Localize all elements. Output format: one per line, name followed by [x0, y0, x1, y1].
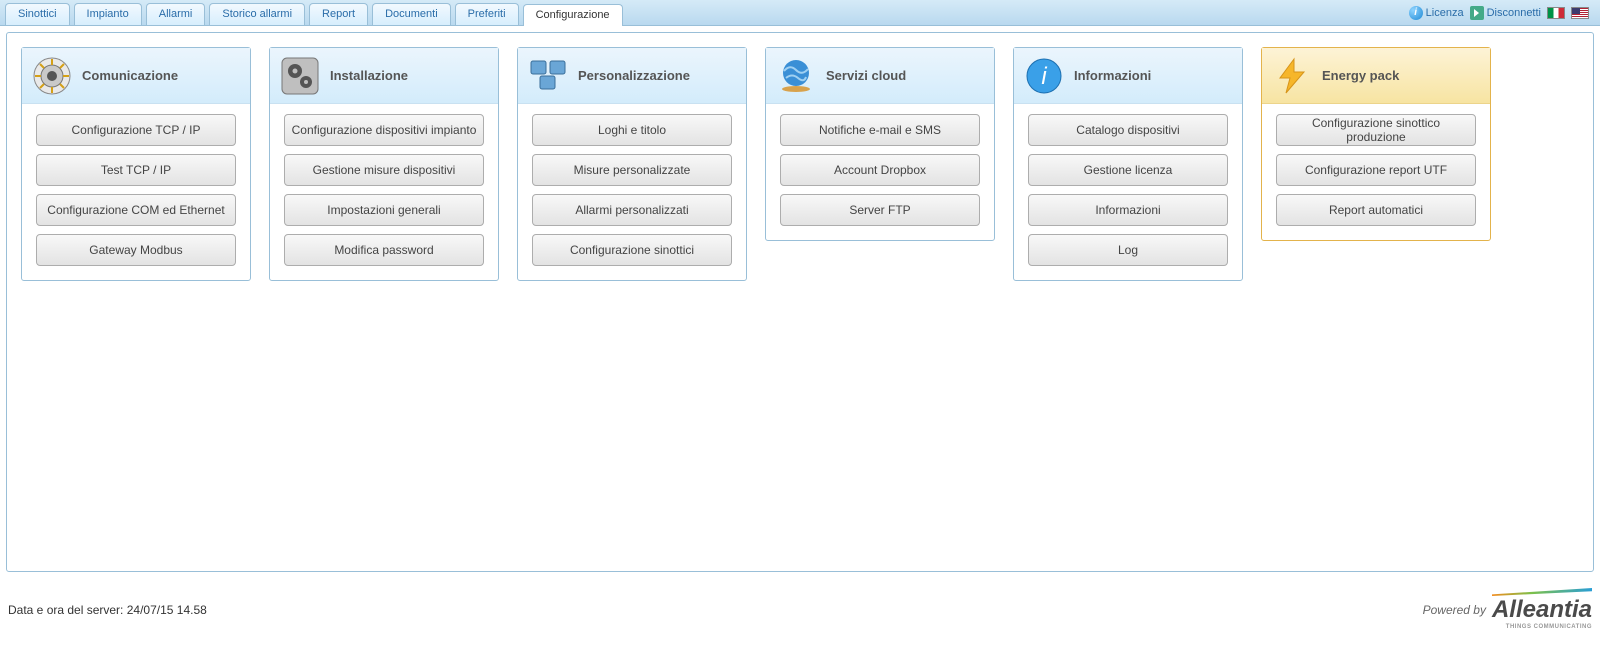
disconnect-link[interactable]: Disconnetti — [1470, 6, 1541, 20]
footer: Data e ora del server: 24/07/15 14.58 Po… — [0, 572, 1600, 640]
tab-documenti[interactable]: Documenti — [372, 3, 451, 25]
btn-config-sinottici[interactable]: Configurazione sinottici — [532, 234, 732, 266]
card-title: Installazione — [330, 68, 408, 83]
btn-config-tcpip[interactable]: Configurazione TCP / IP — [36, 114, 236, 146]
card-title: Personalizzazione — [578, 68, 690, 83]
tab-storico-allarmi[interactable]: Storico allarmi — [209, 3, 305, 25]
btn-misure-personalizzate[interactable]: Misure personalizzate — [532, 154, 732, 186]
info-icon: i — [1409, 6, 1423, 20]
btn-test-tcpip[interactable]: Test TCP / IP — [36, 154, 236, 186]
tab-impianto[interactable]: Impianto — [74, 3, 142, 25]
brand-name: Alleantia — [1492, 596, 1592, 623]
btn-gestione-licenza[interactable]: Gestione licenza — [1028, 154, 1228, 186]
bolt-icon — [1272, 56, 1312, 96]
card-body-comunicazione: Configurazione TCP / IP Test TCP / IP Co… — [22, 104, 250, 280]
card-personalizzazione: Personalizzazione Loghi e titolo Misure … — [517, 47, 747, 281]
top-tabbar: Sinottici Impianto Allarmi Storico allar… — [0, 0, 1600, 26]
btn-informazioni[interactable]: Informazioni — [1028, 194, 1228, 226]
btn-loghi-titolo[interactable]: Loghi e titolo — [532, 114, 732, 146]
card-body-personalizzazione: Loghi e titolo Misure personalizzate All… — [518, 104, 746, 280]
tab-report[interactable]: Report — [309, 3, 368, 25]
btn-config-com-ethernet[interactable]: Configurazione COM ed Ethernet — [36, 194, 236, 226]
tabs-container: Sinottici Impianto Allarmi Storico allar… — [5, 0, 623, 25]
brand-tagline: THINGS COMMUNICATING — [1492, 624, 1592, 630]
card-title: Servizi cloud — [826, 68, 906, 83]
card-head-servizi: Servizi cloud — [766, 48, 994, 104]
disconnect-label: Disconnetti — [1487, 7, 1541, 19]
brand-logo: Alleantia THINGS COMMUNICATING — [1492, 590, 1592, 630]
flag-us-icon[interactable] — [1571, 7, 1589, 19]
btn-server-ftp[interactable]: Server FTP — [780, 194, 980, 226]
card-energy-pack: Energy pack Configurazione sinottico pro… — [1261, 47, 1491, 241]
btn-notifiche-email-sms[interactable]: Notifiche e-mail e SMS — [780, 114, 980, 146]
card-body-energy: Configurazione sinottico produzione Conf… — [1262, 104, 1490, 240]
license-link[interactable]: i Licenza — [1409, 6, 1464, 20]
tab-sinottici[interactable]: Sinottici — [5, 3, 70, 25]
card-installazione: Installazione Configurazione dispositivi… — [269, 47, 499, 281]
svg-text:i: i — [1041, 63, 1047, 90]
tab-preferiti[interactable]: Preferiti — [455, 3, 519, 25]
info-large-icon: i — [1024, 56, 1064, 96]
card-body-informazioni: Catalogo dispositivi Gestione licenza In… — [1014, 104, 1242, 280]
card-head-personalizzazione: Personalizzazione — [518, 48, 746, 104]
card-title: Comunicazione — [82, 68, 178, 83]
brand-swoosh-icon — [1492, 588, 1592, 596]
card-title: Informazioni — [1074, 68, 1151, 83]
tiles-icon — [528, 56, 568, 96]
btn-account-dropbox[interactable]: Account Dropbox — [780, 154, 980, 186]
btn-allarmi-personalizzati[interactable]: Allarmi personalizzati — [532, 194, 732, 226]
tab-configurazione[interactable]: Configurazione — [523, 4, 623, 26]
powered-by-label: Powered by — [1423, 603, 1486, 617]
btn-config-dispositivi[interactable]: Configurazione dispositivi impianto — [284, 114, 484, 146]
license-label: Licenza — [1426, 7, 1464, 19]
tab-allarmi[interactable]: Allarmi — [146, 3, 206, 25]
card-title: Energy pack — [1322, 68, 1399, 83]
datetime-label: Data e ora del server: — [8, 603, 127, 617]
plug-icon — [32, 56, 72, 96]
card-head-energy: Energy pack — [1262, 48, 1490, 104]
card-comunicazione: Comunicazione Configurazione TCP / IP Te… — [21, 47, 251, 281]
btn-report-automatici[interactable]: Report automatici — [1276, 194, 1476, 226]
card-head-comunicazione: Comunicazione — [22, 48, 250, 104]
card-body-servizi: Notifiche e-mail e SMS Account Dropbox S… — [766, 104, 994, 240]
card-servizi-cloud: Servizi cloud Notifiche e-mail e SMS Acc… — [765, 47, 995, 241]
flag-it-icon[interactable] — [1547, 7, 1565, 19]
btn-config-sinottico-produzione[interactable]: Configurazione sinottico produzione — [1276, 114, 1476, 146]
card-head-installazione: Installazione — [270, 48, 498, 104]
card-body-installazione: Configurazione dispositivi impianto Gest… — [270, 104, 498, 280]
datetime-value: 24/07/15 14.58 — [127, 603, 207, 617]
btn-impostazioni-generali[interactable]: Impostazioni generali — [284, 194, 484, 226]
btn-catalogo-dispositivi[interactable]: Catalogo dispositivi — [1028, 114, 1228, 146]
config-main-panel: Comunicazione Configurazione TCP / IP Te… — [6, 32, 1594, 572]
footer-right: Powered by Alleantia THINGS COMMUNICATIN… — [1423, 590, 1592, 630]
card-head-informazioni: i Informazioni — [1014, 48, 1242, 104]
globe-icon — [776, 56, 816, 96]
gears-icon — [280, 56, 320, 96]
server-datetime: Data e ora del server: 24/07/15 14.58 — [8, 603, 207, 617]
btn-modifica-password[interactable]: Modifica password — [284, 234, 484, 266]
disconnect-icon — [1470, 6, 1484, 20]
card-informazioni: i Informazioni Catalogo dispositivi Gest… — [1013, 47, 1243, 281]
btn-config-report-utf[interactable]: Configurazione report UTF — [1276, 154, 1476, 186]
btn-gestione-misure[interactable]: Gestione misure dispositivi — [284, 154, 484, 186]
btn-log[interactable]: Log — [1028, 234, 1228, 266]
btn-gateway-modbus[interactable]: Gateway Modbus — [36, 234, 236, 266]
tabbar-right: i Licenza Disconnetti — [1409, 6, 1595, 20]
